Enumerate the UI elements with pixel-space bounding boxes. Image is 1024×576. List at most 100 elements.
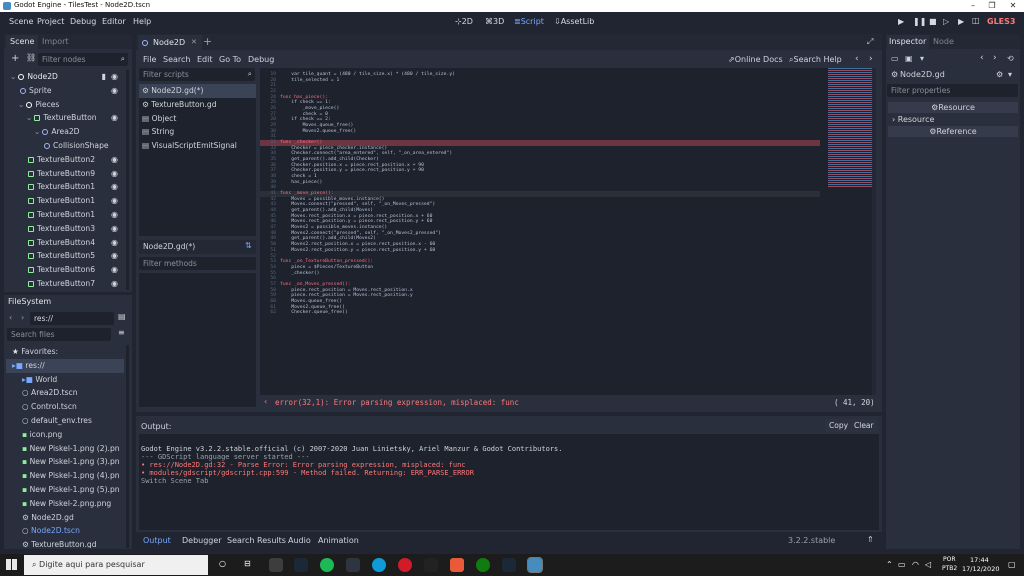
network-icon[interactable]: ▭ (898, 560, 906, 569)
scene-tree-node[interactable]: TextureButton4 ◉ (6, 236, 124, 250)
scene-tree-node[interactable]: TextureButton6 ◉ (6, 263, 124, 277)
filter-scripts-input[interactable]: Filter scripts ⌕ (139, 68, 255, 81)
visibility-eye-icon[interactable]: ◉ (111, 153, 118, 167)
whatsapp-icon[interactable] (346, 558, 360, 572)
tab-search-results[interactable]: Search Results (227, 536, 286, 545)
workspace-script[interactable]: ≣Script (514, 17, 544, 26)
filesystem-item[interactable]: ▪ icon.png (6, 428, 124, 442)
expand-panel-icon[interactable]: ⇑ (867, 535, 874, 544)
taskbar-search-input[interactable]: ⌕ Digite aqui para pesquisar (24, 555, 208, 575)
play-icon[interactable]: ▶ (898, 17, 904, 26)
clock-date[interactable]: 17/12/2020 (962, 565, 999, 573)
play-scene-icon[interactable]: ▷ (943, 17, 949, 26)
menu-help[interactable]: Help (133, 17, 151, 26)
wifi-icon[interactable]: ◠ (912, 560, 919, 569)
stop-icon[interactable]: ■ (929, 17, 937, 26)
scene-tree-node[interactable]: TextureButton2 ◉ (6, 153, 124, 167)
path-field[interactable]: res:// (30, 312, 114, 325)
split-mode-icon[interactable]: ▤ (118, 312, 126, 321)
clock-time[interactable]: 17:44 (970, 556, 989, 564)
visibility-eye-icon[interactable]: ◉ (111, 263, 118, 277)
tab-debugger[interactable]: Debugger (182, 536, 222, 545)
forward-icon[interactable]: › (21, 313, 24, 322)
prev-script-icon[interactable]: ‹ (855, 54, 859, 64)
scene-tree-node[interactable]: ⌄ TextureButton ◉ (6, 111, 124, 125)
scene-tree-node[interactable]: TextureButton5 ◉ (6, 249, 124, 263)
visibility-eye-icon[interactable]: ◉ (111, 70, 118, 84)
scene-tree-node[interactable]: Sprite ◉ (6, 84, 124, 98)
script-list-item[interactable]: ⚙ Node2D.gd(*) (139, 84, 256, 98)
visibility-eye-icon[interactable]: ◉ (111, 208, 118, 222)
minimize-icon[interactable]: – (966, 0, 980, 12)
add-node-icon[interactable]: + (11, 53, 19, 64)
menu-scene[interactable]: Scene (9, 17, 33, 26)
code-editor[interactable]: 19 var tile_quant = (480 / tile_size.x) … (260, 68, 876, 395)
script-menu-debug[interactable]: Debug (248, 55, 274, 64)
visibility-eye-icon[interactable]: ◉ (111, 167, 118, 181)
clear-button[interactable]: Clear (850, 419, 878, 432)
scene-tree-node[interactable]: ▮ ⌄ Node2D ◉ (6, 70, 124, 84)
scene-tree-node[interactable]: ⌄ Pieces (6, 98, 124, 112)
windows-start-icon[interactable] (6, 559, 17, 570)
language-label[interactable]: POR (943, 556, 956, 563)
sort-icon[interactable]: ⇅ (245, 241, 252, 250)
filesystem-item[interactable]: ▸■ res:// (6, 358, 124, 373)
visibility-eye-icon[interactable]: ◉ (111, 249, 118, 263)
filesystem-item[interactable]: ⚙ TextureButton.gd (6, 538, 124, 548)
filesystem-item[interactable]: ▪ New Piskel-1.png (5).pn (6, 483, 124, 497)
godot-taskbar-icon[interactable] (527, 557, 543, 573)
menu-project[interactable]: Project (37, 17, 64, 26)
scene-tree-node[interactable]: TextureButton1 ◉ (6, 194, 124, 208)
history-forward-icon[interactable]: › (993, 53, 997, 63)
steam-icon[interactable] (294, 558, 308, 572)
chevron-down-icon[interactable]: ⌄ (34, 127, 40, 136)
filesystem-item[interactable]: ▪ New Piskel-1.png (3).pn (6, 455, 124, 469)
script-list-item[interactable]: ▤ String (139, 125, 256, 139)
notifications-icon[interactable]: ▢ (1008, 560, 1016, 569)
visibility-eye-icon[interactable]: ◉ (111, 111, 118, 125)
tab-animation[interactable]: Animation (318, 536, 359, 545)
filesystem-item[interactable]: ▪ New Piskel-1.png (2).pn (6, 442, 124, 456)
play-custom-scene-icon[interactable]: ▶ (958, 17, 964, 26)
code-minimap[interactable] (828, 68, 872, 395)
chevron-down-icon[interactable]: ⌄ (26, 113, 32, 122)
filesystem-item[interactable]: ○ default_env.tres (6, 414, 124, 428)
scene-tree-node[interactable]: TextureButton9 ◉ (6, 167, 124, 181)
script-menu-file[interactable]: File (143, 55, 156, 64)
new-resource-icon[interactable]: ▭ (891, 54, 899, 63)
object-properties-icon[interactable]: ⚙ (996, 70, 1003, 79)
xbox-icon[interactable] (476, 558, 490, 572)
script-menu-goto[interactable]: Go To (219, 55, 241, 64)
code-line[interactable]: 62 Checker.queue_free() (260, 310, 820, 316)
visibility-eye-icon[interactable]: ◉ (111, 180, 118, 194)
scene-tree-node[interactable]: TextureButton7 ◉ (6, 277, 124, 290)
filesystem-item[interactable]: ⚙ Node2D.gd (6, 511, 124, 525)
task-view-icon[interactable]: ○ (219, 559, 226, 568)
script-list-item[interactable]: ▤ Object (139, 112, 256, 126)
resource-group[interactable]: › Resource (888, 114, 1018, 125)
script-menu-search[interactable]: Search (163, 55, 190, 64)
keyboard-layout-label[interactable]: PTB2 (942, 565, 957, 572)
error-message[interactable]: error(32,1): Error parsing expression, m… (275, 398, 519, 407)
filesystem-item[interactable]: ○ Area2D.tscn (6, 386, 124, 400)
back-icon[interactable]: ‹ (9, 313, 12, 322)
next-script-icon[interactable]: › (869, 54, 873, 64)
scene-tree-scrollbar[interactable] (126, 70, 129, 290)
script-attached-icon[interactable]: ▮ (102, 70, 106, 84)
tab-output[interactable]: Output (143, 536, 171, 545)
movie-icon[interactable]: ◫ (972, 16, 980, 25)
close-icon[interactable]: ✕ (1006, 0, 1020, 12)
code-scrollbar[interactable] (872, 68, 876, 395)
script-menu-edit[interactable]: Edit (197, 55, 213, 64)
link-icon[interactable]: ⛓ (26, 53, 36, 62)
filesystem-item[interactable]: ○ Node2D.tscn (6, 524, 124, 538)
opera-icon[interactable] (398, 558, 412, 572)
file-explorer-icon[interactable] (269, 558, 283, 572)
reference-section-header[interactable]: ⚙Reference (888, 126, 1018, 137)
filesystem-item[interactable]: ○ Control.tscn (6, 400, 124, 414)
visibility-eye-icon[interactable]: ◉ (111, 222, 118, 236)
filesystem-item[interactable]: ▸■ World (6, 373, 124, 387)
history-icon[interactable]: ⟲ (1007, 54, 1014, 63)
chevron-down-icon[interactable]: ⌄ (18, 100, 24, 109)
load-resource-icon[interactable]: ▣ (905, 54, 913, 63)
